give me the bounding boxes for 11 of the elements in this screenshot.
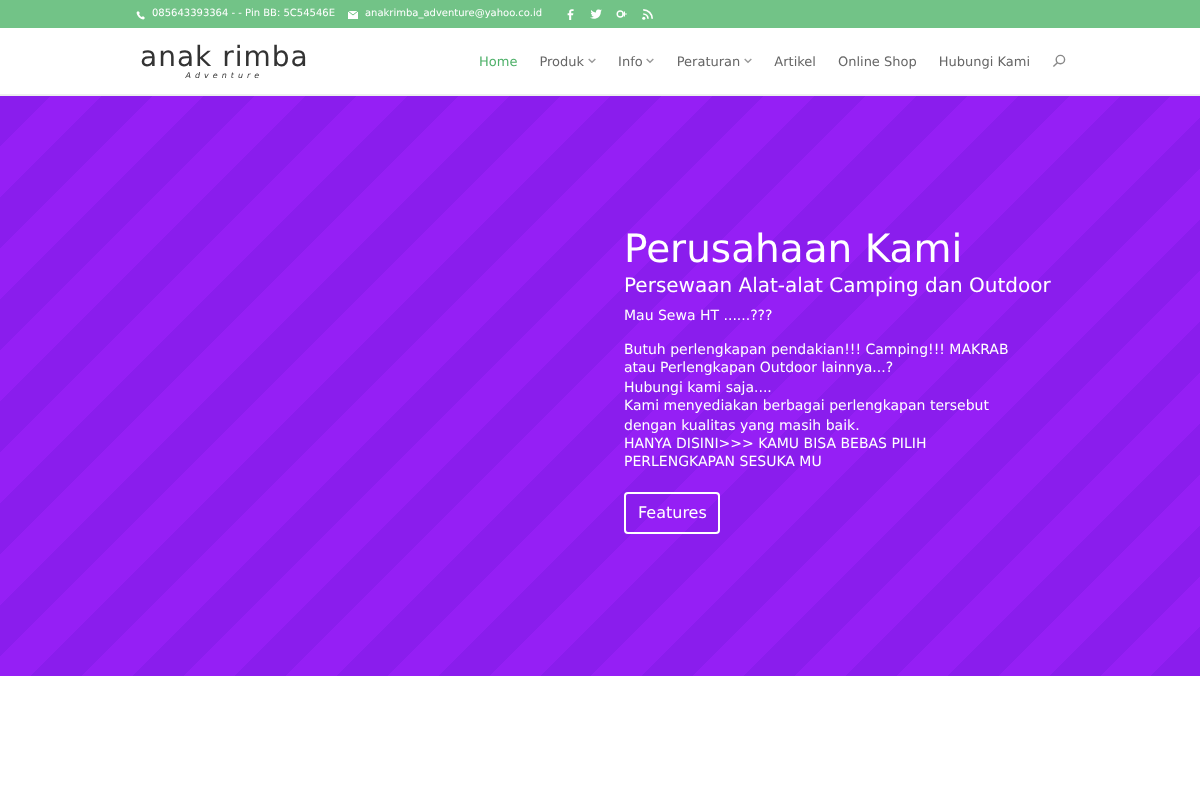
hero-subtitle: Persewaan Alat-alat Camping dan Outdoor (624, 274, 1051, 300)
twitter-icon[interactable] (590, 8, 603, 20)
features-button[interactable]: Features (624, 491, 721, 534)
hero-title: Perusahaan Kami (624, 226, 965, 274)
logo-text[interactable]: anak rimba (140, 43, 309, 71)
search-icon[interactable] (1052, 54, 1066, 68)
phone-icon (136, 9, 146, 19)
rss-icon[interactable] (642, 8, 655, 20)
facebook-icon[interactable] (564, 8, 577, 20)
google-plus-icon[interactable] (616, 8, 629, 20)
envelope-icon (348, 9, 359, 19)
